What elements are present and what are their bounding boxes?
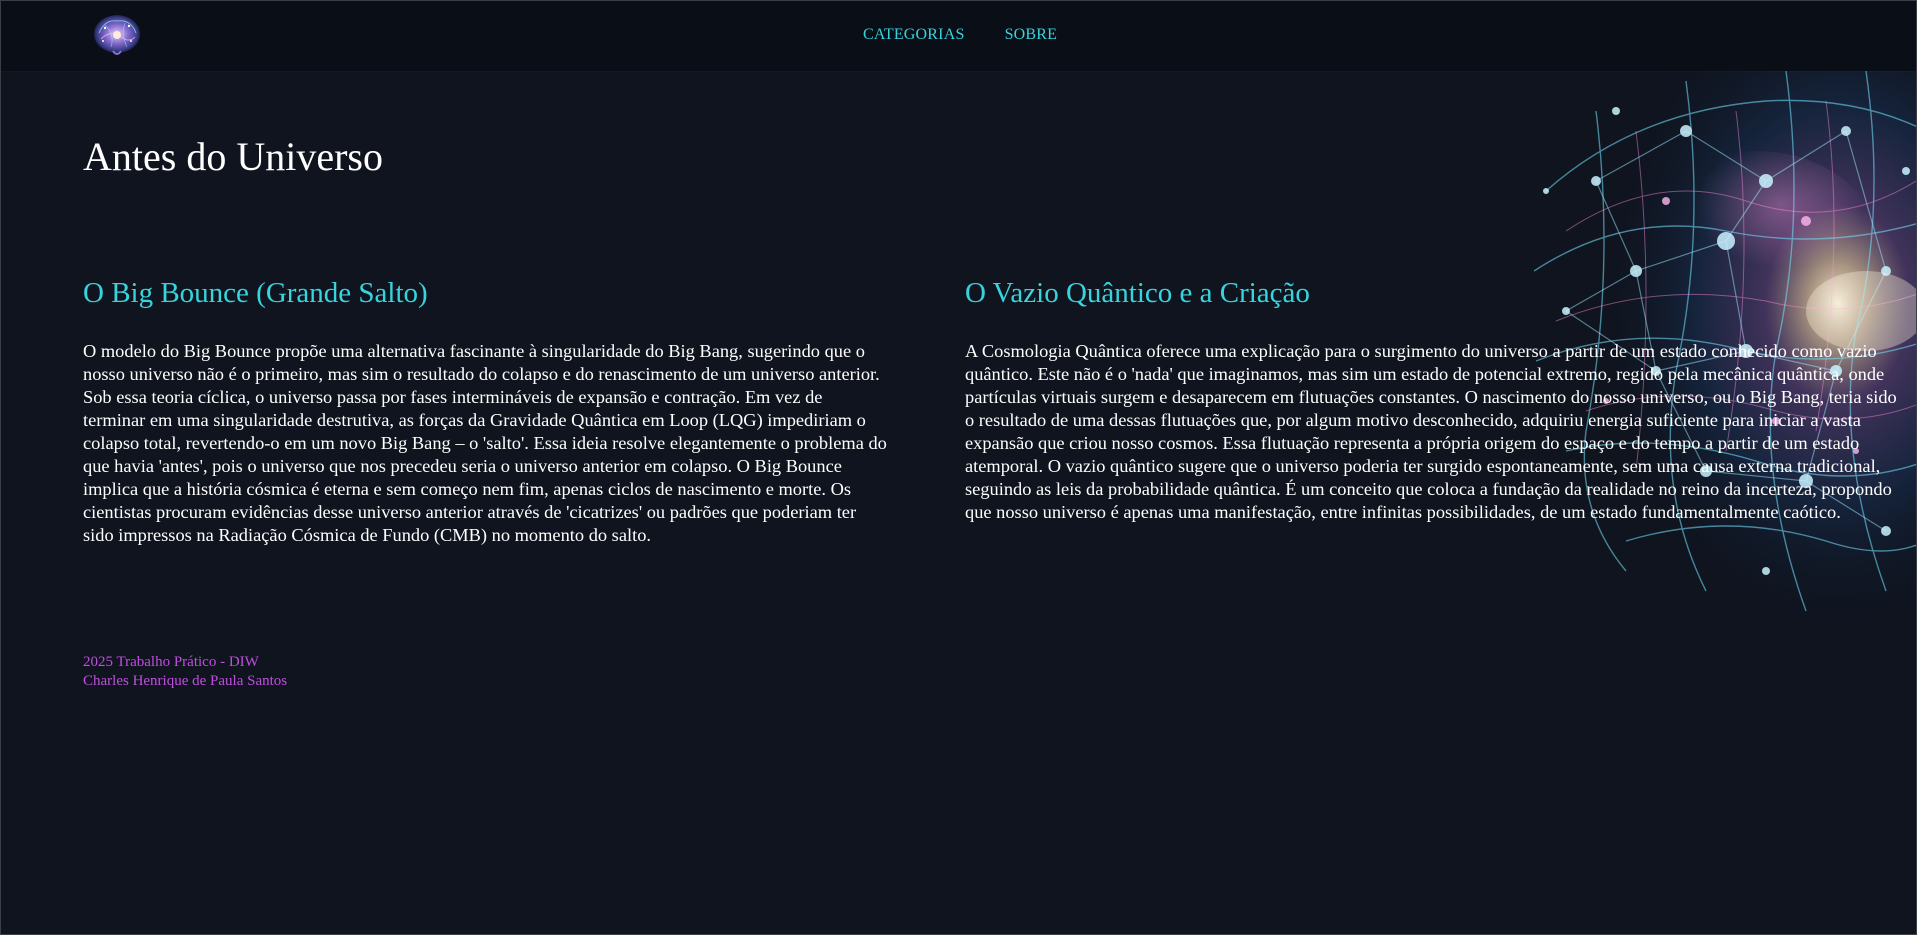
- footer-course-line: 2025 Trabalho Prático - DIW: [83, 654, 259, 670]
- main-nav: CATEGORIAS SOBRE: [863, 26, 1057, 44]
- section-body: O modelo do Big Bounce propõe uma altern…: [83, 341, 887, 545]
- page-title: Antes do Universo: [83, 134, 383, 179]
- section-vazio-quantico: O Vazio Quântico e a Criação A Cosmologi…: [965, 277, 1905, 524]
- section-heading: O Big Bounce (Grande Salto): [83, 277, 428, 309]
- site-footer: 2025 Trabalho Prático - DIW Charles Henr…: [83, 653, 287, 691]
- browser-viewport: CATEGORIAS SOBRE Antes do Universo O Big…: [0, 0, 1917, 935]
- section-big-bounce: O Big Bounce (Grande Salto) O modelo do …: [83, 277, 889, 547]
- section-heading: O Vazio Quântico e a Criação: [965, 277, 1310, 309]
- brain-galaxy-icon[interactable]: [91, 11, 143, 59]
- site-header: CATEGORIAS SOBRE: [1, 1, 1916, 71]
- nav-link-sobre[interactable]: SOBRE: [1005, 26, 1058, 44]
- footer-author-line: Charles Henrique de Paula Santos: [83, 673, 288, 689]
- section-body: A Cosmologia Quântica oferece uma explic…: [965, 341, 1897, 522]
- nav-link-categorias[interactable]: CATEGORIAS: [863, 26, 965, 44]
